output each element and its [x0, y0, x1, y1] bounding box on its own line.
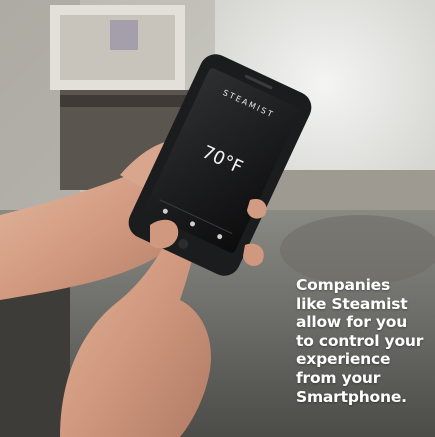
caption-line: experience: [296, 350, 391, 369]
caption-line: Companies: [296, 276, 391, 294]
caption-line: Smartphone.: [296, 387, 407, 406]
caption-line: to control your: [296, 331, 424, 350]
caption-line: from your: [296, 368, 381, 387]
caption-line: allow for you: [296, 313, 408, 332]
photo-frame: STEAMIST 70°F Companies like Steamist al…: [0, 0, 435, 437]
caption-text: Companies like Steamist allow for you to…: [296, 276, 435, 406]
caption-line: like Steamist: [296, 294, 408, 313]
